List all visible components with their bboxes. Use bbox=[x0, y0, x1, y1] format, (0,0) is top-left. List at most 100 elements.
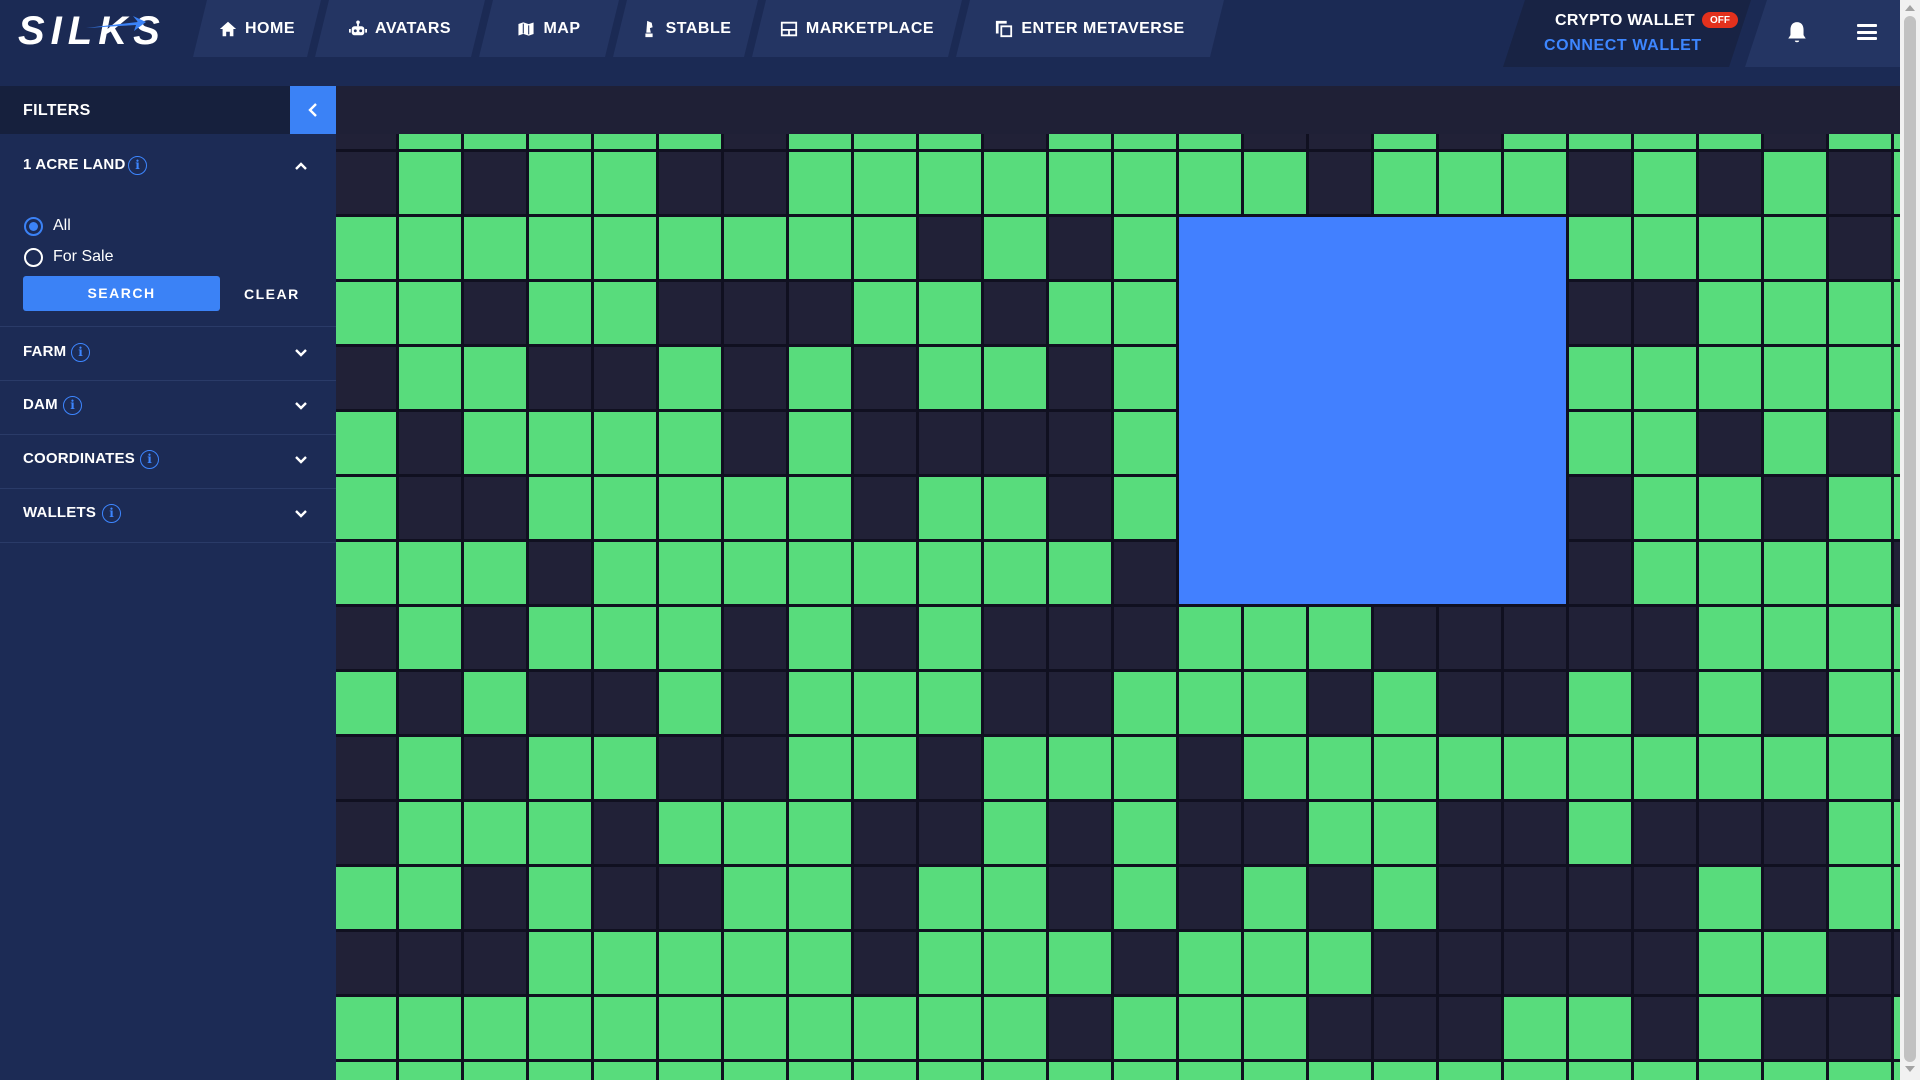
land-plot-unavailable[interactable] bbox=[464, 932, 526, 994]
land-plot-unavailable[interactable] bbox=[1764, 997, 1826, 1059]
info-icon[interactable]: i bbox=[63, 396, 82, 415]
land-plot-available[interactable] bbox=[984, 802, 1046, 864]
land-plot-available[interactable] bbox=[336, 217, 396, 279]
land-plot-available[interactable] bbox=[1634, 412, 1696, 474]
land-plot-available[interactable] bbox=[984, 867, 1046, 929]
land-plot-available[interactable] bbox=[789, 152, 851, 214]
land-plot-available[interactable] bbox=[984, 1062, 1046, 1080]
land-plot-unavailable[interactable] bbox=[1504, 932, 1566, 994]
chevron-down-icon[interactable] bbox=[294, 401, 308, 411]
land-plot-available[interactable] bbox=[1634, 152, 1696, 214]
land-plot-available[interactable] bbox=[724, 932, 786, 994]
land-plot-available[interactable] bbox=[1309, 607, 1371, 669]
land-plot-unavailable[interactable] bbox=[594, 802, 656, 864]
section-title-farm[interactable]: FARM bbox=[23, 343, 66, 360]
land-plot-available[interactable] bbox=[1114, 217, 1176, 279]
land-plot-available[interactable] bbox=[854, 542, 916, 604]
land-plot-available[interactable] bbox=[1569, 217, 1631, 279]
land-plot-available[interactable] bbox=[1179, 932, 1241, 994]
land-plot-unavailable[interactable] bbox=[336, 607, 396, 669]
land-plot-unavailable[interactable] bbox=[1439, 932, 1501, 994]
land-plot-available[interactable] bbox=[659, 1062, 721, 1080]
land-plot-available[interactable] bbox=[1504, 152, 1566, 214]
land-plot-available[interactable] bbox=[399, 997, 461, 1059]
land-plot-available[interactable] bbox=[1699, 932, 1761, 994]
land-plot-unavailable[interactable] bbox=[1829, 997, 1891, 1059]
land-plot-available[interactable] bbox=[1114, 1062, 1176, 1080]
land-plot-unavailable[interactable] bbox=[1569, 867, 1631, 929]
land-plot-available[interactable] bbox=[854, 282, 916, 344]
land-plot-unavailable[interactable] bbox=[464, 477, 526, 539]
land-plot-available[interactable] bbox=[1244, 672, 1306, 734]
nav-tab-map[interactable]: MAP bbox=[479, 0, 619, 57]
land-plot-available[interactable] bbox=[1699, 282, 1761, 344]
land-plot-available[interactable] bbox=[336, 282, 396, 344]
land-plot-available[interactable] bbox=[1569, 737, 1631, 799]
land-plot-available[interactable] bbox=[1634, 347, 1696, 409]
land-plot-unavailable[interactable] bbox=[1504, 607, 1566, 669]
land-plot-unavailable[interactable] bbox=[919, 412, 981, 474]
land-plot-available[interactable] bbox=[659, 134, 721, 149]
bell-icon[interactable] bbox=[1786, 21, 1808, 45]
land-plot-available[interactable] bbox=[529, 932, 591, 994]
land-plot-available[interactable] bbox=[984, 737, 1046, 799]
land-plot-unavailable[interactable] bbox=[1569, 932, 1631, 994]
land-plot-unavailable[interactable] bbox=[1439, 867, 1501, 929]
land-plot-available[interactable] bbox=[1699, 867, 1761, 929]
land-plot-available[interactable] bbox=[464, 347, 526, 409]
chevron-down-icon[interactable] bbox=[294, 455, 308, 465]
land-plot-unavailable[interactable] bbox=[1764, 134, 1826, 149]
land-plot-unavailable[interactable] bbox=[1244, 802, 1306, 864]
land-plot-available[interactable] bbox=[1244, 1062, 1306, 1080]
land-plot-available[interactable] bbox=[724, 477, 786, 539]
land-plot-available[interactable] bbox=[854, 217, 916, 279]
land-plot-available[interactable] bbox=[1699, 542, 1761, 604]
land-plot-available[interactable] bbox=[1569, 672, 1631, 734]
collapse-sidebar-button[interactable] bbox=[290, 86, 336, 134]
section-title-wallets[interactable]: WALLETS bbox=[23, 504, 96, 521]
land-plot-unavailable[interactable] bbox=[1829, 412, 1891, 474]
land-plot-available[interactable] bbox=[724, 542, 786, 604]
land-plot-available[interactable] bbox=[1179, 152, 1241, 214]
land-plot-unavailable[interactable] bbox=[399, 477, 461, 539]
land-plot-available[interactable] bbox=[789, 932, 851, 994]
land-plot-available[interactable] bbox=[984, 477, 1046, 539]
land-plot-available[interactable] bbox=[399, 1062, 461, 1080]
land-plot-available[interactable] bbox=[1634, 217, 1696, 279]
land-plot-unavailable[interactable] bbox=[1699, 802, 1761, 864]
land-plot-available[interactable] bbox=[464, 217, 526, 279]
land-plot-unavailable[interactable] bbox=[594, 672, 656, 734]
land-plot-unavailable[interactable] bbox=[464, 152, 526, 214]
land-plot-unavailable[interactable] bbox=[464, 282, 526, 344]
land-plot-available[interactable] bbox=[984, 152, 1046, 214]
land-plot-available[interactable] bbox=[594, 542, 656, 604]
section-title-coordinates[interactable]: COORDINATES bbox=[23, 450, 135, 467]
land-plot-available[interactable] bbox=[529, 867, 591, 929]
land-plot-available[interactable] bbox=[789, 867, 851, 929]
land-plot-available[interactable] bbox=[789, 737, 851, 799]
land-plot-available[interactable] bbox=[659, 932, 721, 994]
land-plot-available[interactable] bbox=[1049, 152, 1111, 214]
land-plot-available[interactable] bbox=[1374, 134, 1436, 149]
land-plot-available[interactable] bbox=[659, 347, 721, 409]
land-plot-unavailable[interactable] bbox=[724, 134, 786, 149]
land-plot-available[interactable] bbox=[1374, 802, 1436, 864]
land-plot-available[interactable] bbox=[529, 152, 591, 214]
land-plot-unavailable[interactable] bbox=[1439, 672, 1501, 734]
land-plot-unavailable[interactable] bbox=[1569, 282, 1631, 344]
land-plot-available[interactable] bbox=[1244, 737, 1306, 799]
land-plot-available[interactable] bbox=[399, 802, 461, 864]
chevron-up-icon[interactable] bbox=[294, 161, 308, 171]
land-plot-unavailable[interactable] bbox=[854, 412, 916, 474]
land-plot-available[interactable] bbox=[594, 412, 656, 474]
land-plot-unavailable[interactable] bbox=[1764, 867, 1826, 929]
land-plot-unavailable[interactable] bbox=[1764, 802, 1826, 864]
land-plot-available[interactable] bbox=[1049, 282, 1111, 344]
nav-tab-home[interactable]: HOME bbox=[193, 0, 321, 57]
land-plot-available[interactable] bbox=[854, 134, 916, 149]
land-plot-available[interactable] bbox=[399, 134, 461, 149]
land-plot-unavailable[interactable] bbox=[789, 282, 851, 344]
land-plot-unavailable[interactable] bbox=[1764, 477, 1826, 539]
land-plot-unavailable[interactable] bbox=[1179, 867, 1241, 929]
land-plot-unavailable[interactable] bbox=[1309, 152, 1371, 214]
